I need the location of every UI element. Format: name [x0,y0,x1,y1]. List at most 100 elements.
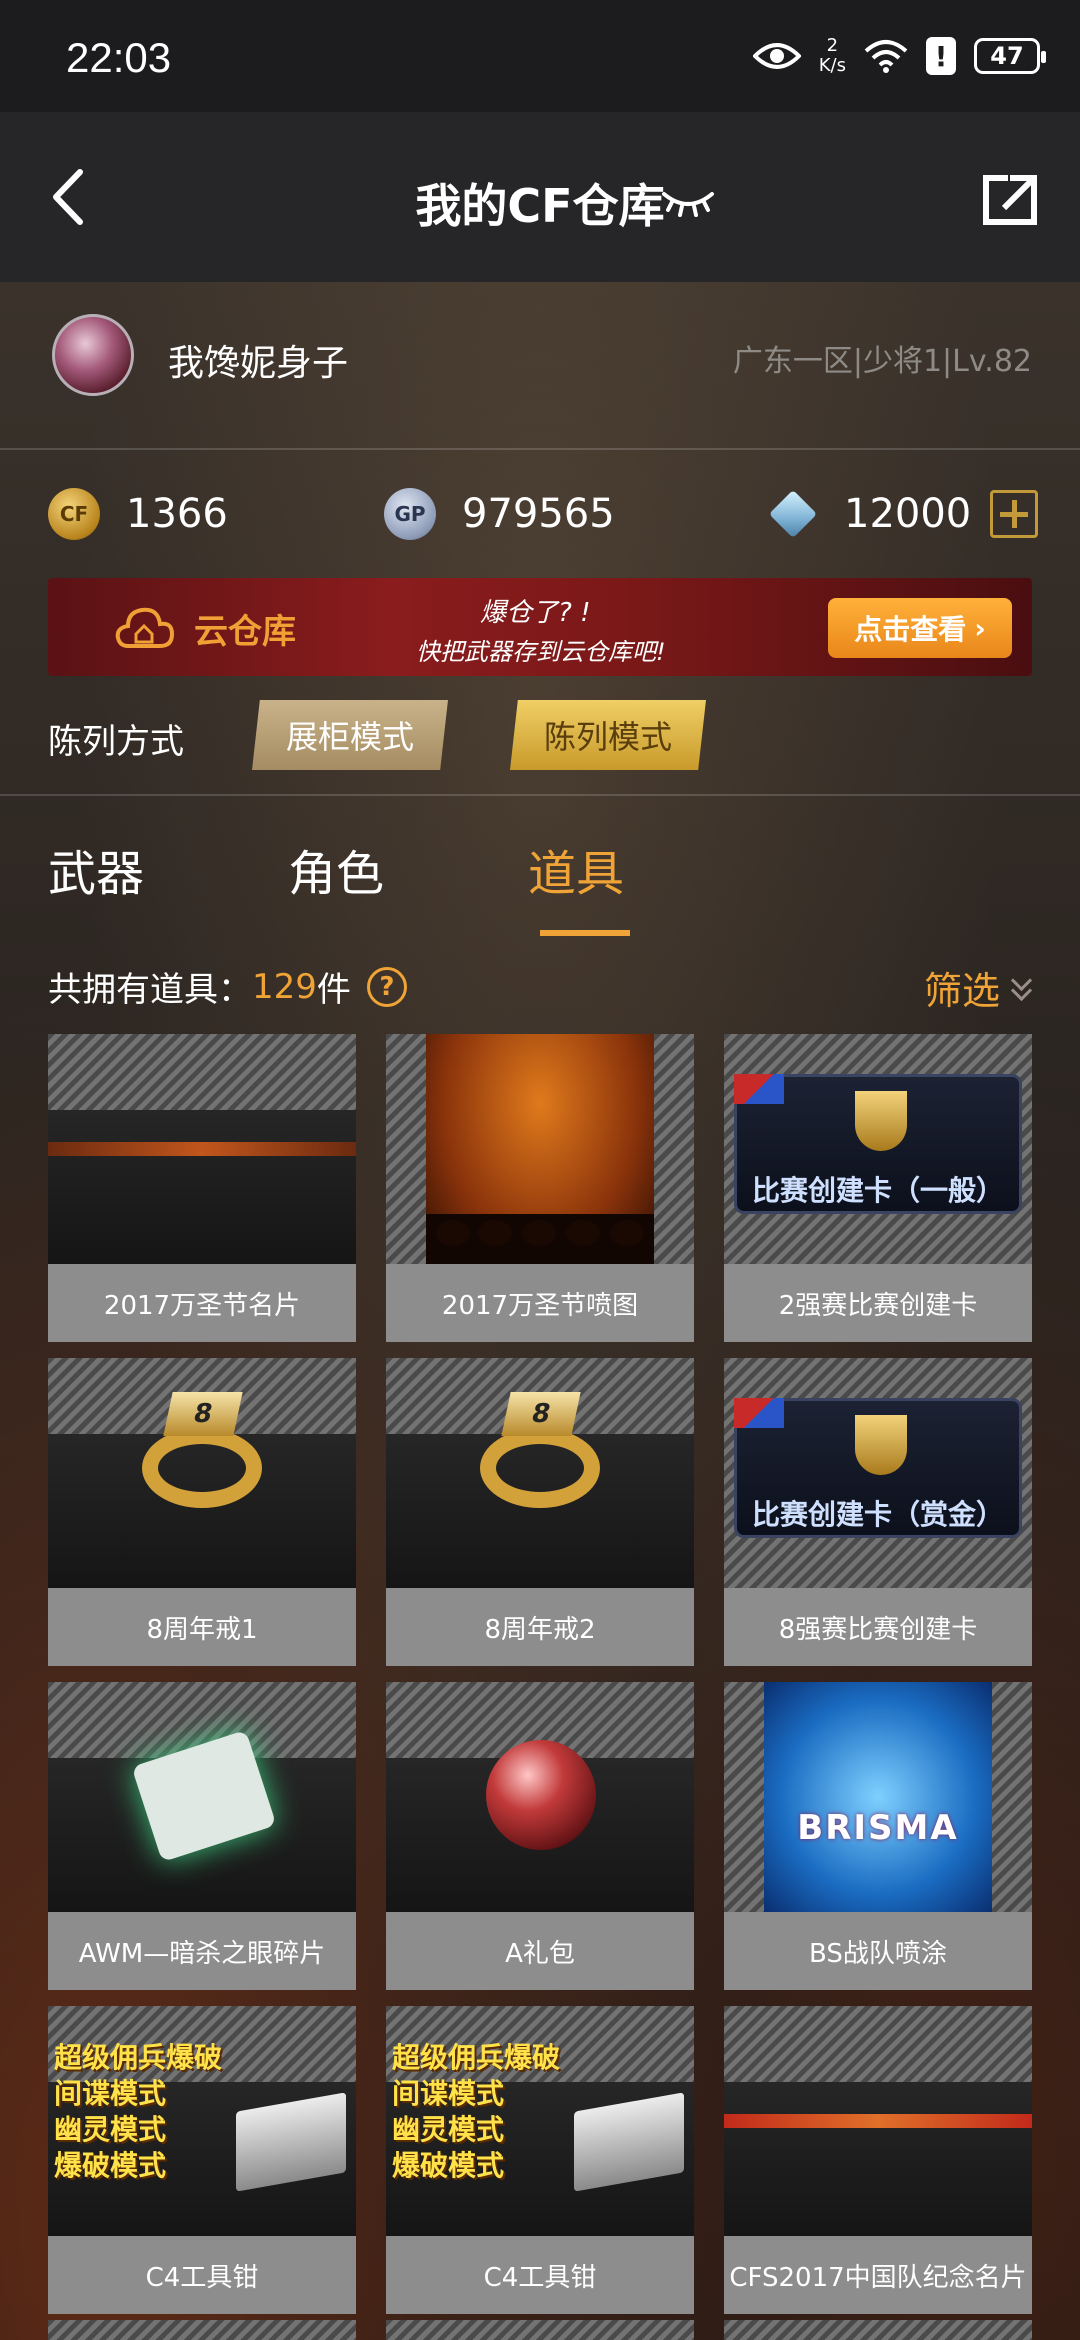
view-button-label: 点击查看 [854,613,967,646]
cabinet-mode-button[interactable]: 展柜模式 [252,700,448,770]
item-thumbnail [48,1034,356,1264]
card-art-text: 比赛创建卡（一般） [751,1174,1004,1207]
divider [0,448,1080,450]
status-bar: 22:03 2 K/s ! 47 [0,0,1080,112]
item-name: 8周年戒2 [386,1588,694,1666]
next-row-partial [0,2320,1080,2340]
item-thumbnail [386,1682,694,1912]
diamond-value: 12000 [844,491,972,537]
username: 我馋妮身子 [168,343,349,384]
diamond-points: 12000 [768,484,971,544]
chevron-right-icon: › [974,611,986,645]
gp-points: GP 979565 [384,484,615,544]
active-tab-indicator [540,930,630,936]
ring-gem-icon: 8 [501,1392,581,1436]
page-title-text: 我的CF仓库 [415,179,665,233]
eye-icon [752,43,801,69]
item-card[interactable]: 8 8周年戒1 [48,1358,356,1666]
item-name: C4工具钳 [386,2236,694,2314]
item-name: 8强赛比赛创建卡 [724,1588,1032,1666]
cf-points-value: 1366 [126,491,228,537]
item-card[interactable]: 2017万圣节名片 [48,1034,356,1342]
battery-icon: 47 [974,38,1046,74]
currency-row: CF 1366 GP 979565 12000 [48,484,1038,544]
cloud-storage-banner[interactable]: 云仓库 爆仓了? ! 快把武器存到云仓库吧! 点击查看 › [48,578,1032,676]
cf-coin-icon: CF [48,488,100,540]
trophy-icon [855,1091,907,1151]
display-mode-label: 陈列方式 [48,722,184,762]
gift-orb-icon [486,1740,596,1850]
item-thumbnail [48,1682,356,1912]
team-shark-logo: BRISMA [764,1682,992,1912]
app-header: 我的CF仓库 [0,112,1080,282]
list-mode-button[interactable]: 陈列模式 [510,700,706,770]
item-card[interactable]: BRISMA BS战队喷涂 [724,1682,1032,1990]
network-speed: 2 K/s [819,36,846,76]
item-thumbnail [386,1034,694,1264]
item-count-prefix: 共拥有道具： [48,970,252,1010]
item-thumbnail: 8 [386,1358,694,1588]
item-name: C4工具钳 [48,2236,356,2314]
server-info: 广东一区|少将1|Lv.82 [732,344,1032,379]
item-thumbnail: 超级佣兵爆破 间谍模式 幽灵模式 爆破模式 [48,2006,356,2236]
item-name: 2017万圣节名片 [48,1264,356,1342]
status-time: 22:03 [66,34,172,81]
gp-coin-icon: GP [384,488,436,540]
tab-weapons[interactable]: 武器 [48,834,144,904]
hide-eye-icon[interactable] [660,180,716,220]
item-card[interactable]: A礼包 [386,1682,694,1990]
item-count-suffix: 件 [316,970,351,1010]
item-name: 8周年戒1 [48,1588,356,1666]
divider [0,794,1080,796]
add-diamond-button[interactable] [990,490,1038,538]
item-name: A礼包 [386,1912,694,1990]
c4-art-text: 超级佣兵爆破 间谍模式 幽灵模式 爆破模式 [54,2041,223,2182]
item-card[interactable]: 超级佣兵爆破 间谍模式 幽灵模式 爆破模式 C4工具钳 [48,2006,356,2314]
ring-image [142,1428,262,1508]
network-speed-unit: K/s [818,55,846,76]
wifi-icon [864,40,908,73]
banner-slogan-1: 爆仓了? ! [480,598,591,628]
diamond-icon [768,489,818,539]
item-name: 2017万圣节喷图 [386,1264,694,1342]
ring-gem-icon: 8 [163,1392,243,1436]
item-card[interactable]: 比赛创建卡（一般） 2强赛比赛创建卡 [724,1034,1032,1342]
chevron-down-icon [1010,973,1032,1003]
network-speed-value: 2 [826,35,839,56]
item-card[interactable]: 超级佣兵爆破 间谍模式 幽灵模式 爆破模式 C4工具钳 [386,2006,694,2314]
c4-art-text: 超级佣兵爆破 间谍模式 幽灵模式 爆破模式 [392,2041,561,2182]
trophy-icon [855,1415,907,1475]
tab-characters[interactable]: 角色 [288,834,384,904]
item-card[interactable]: 8 8周年戒2 [386,1358,694,1666]
cf-points: CF 1366 [48,484,228,544]
page-title: 我的CF仓库 [0,170,1080,236]
item-name: CFS2017中国队纪念名片 [724,2236,1032,2314]
item-name: 2强赛比赛创建卡 [724,1264,1032,1342]
item-thumbnail [724,2006,1032,2236]
item-card[interactable]: 2017万圣节喷图 [386,1034,694,1342]
share-button[interactable] [980,172,1040,228]
halloween-pumpkin-image [426,1034,654,1264]
avatar[interactable] [52,314,134,396]
item-count: 共拥有道具： 129 件 ? [48,962,407,1011]
banner-slogan-2: 快把武器存到云仓库吧! [416,638,666,666]
filter-button[interactable]: 筛选 [924,960,1032,1015]
status-icons: 2 K/s ! 47 [752,30,1046,82]
team-logo-text: BRISMA [797,1808,959,1848]
card-art-text: 比赛创建卡（赏金） [751,1498,1004,1531]
item-thumbnail: BRISMA [724,1682,1032,1912]
cloud-house-icon [115,607,174,648]
match-card-image: 比赛创建卡（一般） [734,1074,1022,1214]
item-name: AWM—暗杀之眼碎片 [48,1912,356,1990]
gp-value: 979565 [462,491,615,537]
item-card[interactable]: 比赛创建卡（赏金） 8强赛比赛创建卡 [724,1358,1032,1666]
view-button[interactable]: 点击查看 › [828,598,1012,658]
help-icon[interactable]: ? [366,966,407,1007]
item-card[interactable]: CFS2017中国队纪念名片 [724,2006,1032,2314]
item-thumbnail: 超级佣兵爆破 间谍模式 幽灵模式 爆破模式 [386,2006,694,2236]
item-thumbnail: 比赛创建卡（一般） [724,1034,1032,1264]
tab-items[interactable]: 道具 [528,834,624,904]
item-thumbnail: 比赛创建卡（赏金） [724,1358,1032,1588]
item-card[interactable]: AWM—暗杀之眼碎片 [48,1682,356,1990]
filter-label: 筛选 [923,969,1000,1013]
